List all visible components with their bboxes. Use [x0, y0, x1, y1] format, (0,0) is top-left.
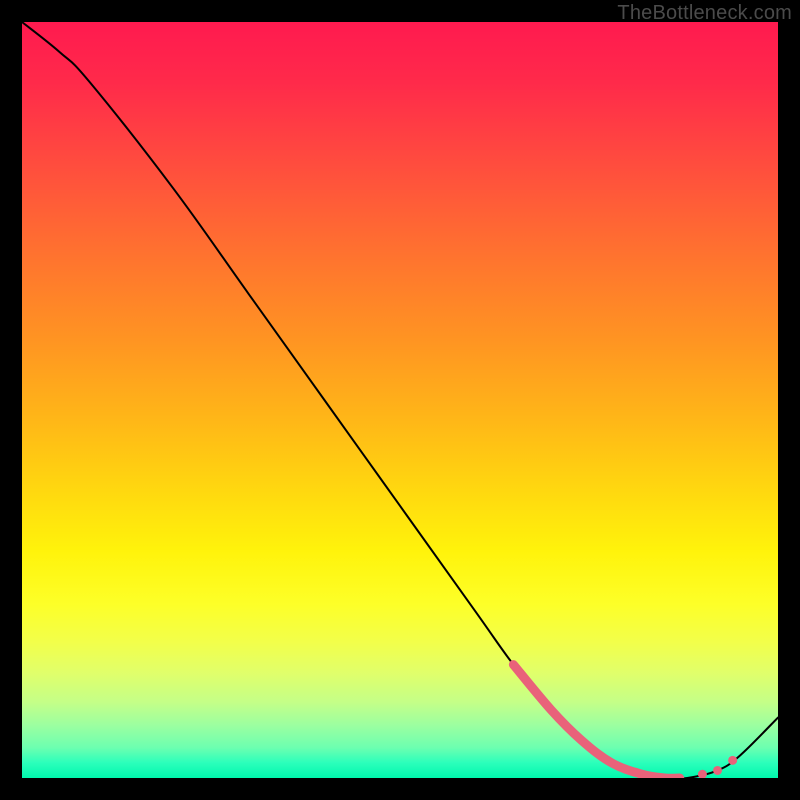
plot-area	[22, 22, 778, 778]
optimal-zone-dot	[698, 770, 707, 778]
optimal-zone-dot	[728, 756, 737, 765]
optimal-zone-segment	[513, 665, 679, 778]
attribution-text: TheBottleneck.com	[617, 2, 792, 25]
chart-container: TheBottleneck.com	[0, 0, 800, 800]
optimal-zone-dot	[713, 766, 722, 775]
bottleneck-curve	[22, 22, 778, 778]
chart-svg	[22, 22, 778, 778]
optimal-zone-dots	[698, 756, 737, 778]
